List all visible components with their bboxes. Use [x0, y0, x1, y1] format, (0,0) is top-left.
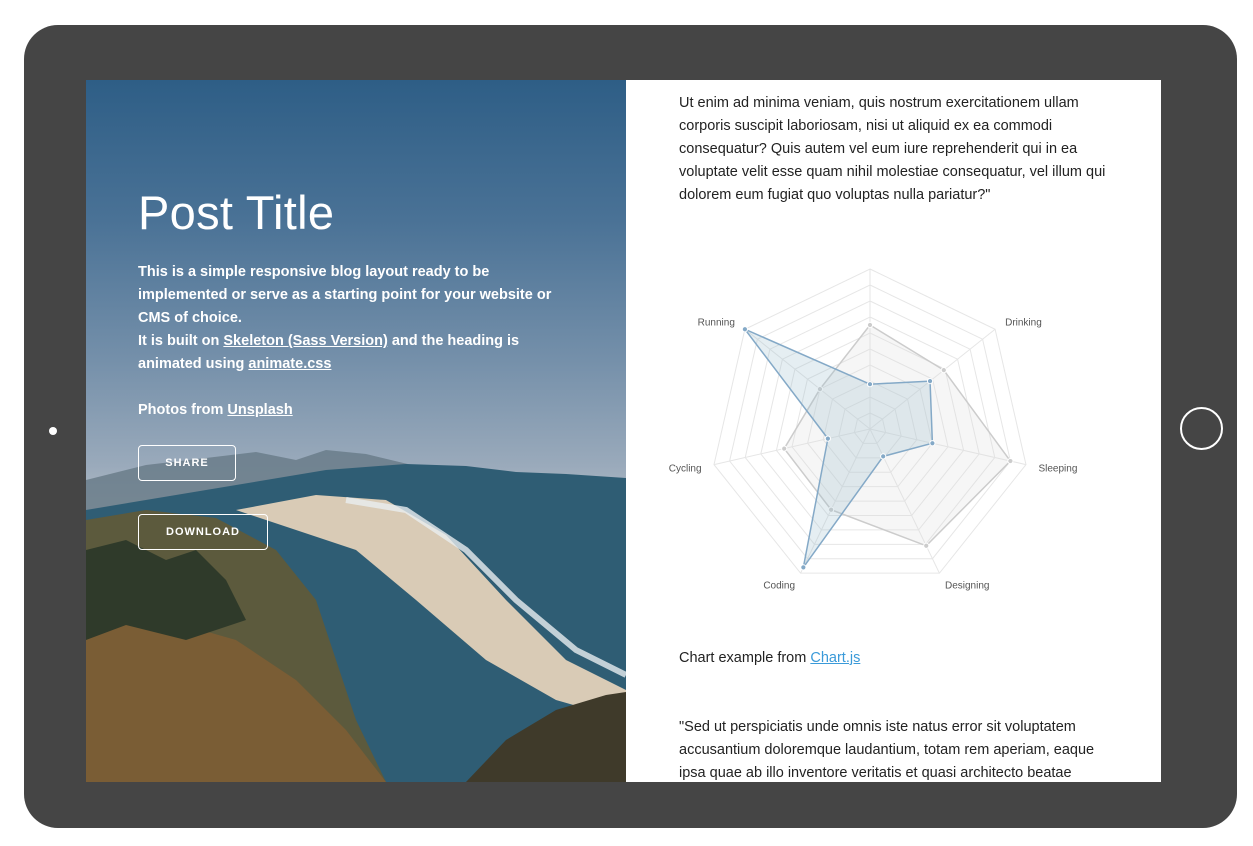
built-prefix: It is built on — [138, 333, 224, 349]
share-button[interactable]: SHARE — [138, 445, 236, 481]
hero-photos-credit: Photos from Unsplash — [138, 399, 578, 422]
camera-dot — [49, 427, 57, 435]
hero-built-on: It is built on Skeleton (Sass Version) a… — [138, 330, 578, 376]
skeleton-link[interactable]: Skeleton (Sass Version) — [223, 333, 387, 349]
radar-axis-label: Drinking — [1005, 317, 1042, 328]
radar-axis-label: Cycling — [669, 463, 702, 474]
radar-axis-label: Running — [698, 317, 735, 328]
caption-prefix: Chart example from — [679, 650, 811, 666]
radar-axis-label: Sleeping — [1038, 463, 1077, 474]
screen: Post Title This is a simple responsive b… — [86, 80, 1161, 782]
radar-series-2-point — [929, 440, 936, 447]
hero-panel: Post Title This is a simple responsive b… — [86, 80, 626, 782]
radar-axis-label: Coding — [763, 581, 795, 592]
radar-chart: EatingDrinkingSleepingDesigningCodingCyc… — [669, 268, 1077, 592]
radar-series-2-point — [741, 326, 749, 333]
photos-prefix: Photos from — [138, 402, 228, 418]
radar-series-1-point — [781, 445, 788, 452]
radar-axis-label: Designing — [945, 581, 989, 592]
article-paragraph-2: "Sed ut perspiciatis unde omnis iste nat… — [679, 719, 1095, 781]
radar-series-1-point — [1007, 457, 1014, 465]
hero-intro: This is a simple responsive blog layout … — [138, 264, 552, 326]
download-button[interactable]: DOWNLOAD — [138, 514, 268, 550]
radar-series-2-point — [880, 453, 887, 460]
radar-series-2-point — [926, 378, 934, 385]
radar-series-1-point — [866, 321, 874, 329]
article-paragraph-1: Ut enim ad minima veniam, quis nostrum e… — [679, 95, 1106, 203]
radar-series-2-point — [800, 564, 807, 571]
unsplash-link[interactable]: Unsplash — [227, 402, 292, 418]
post-title: Post Title — [138, 186, 335, 239]
radar-series-2-point — [824, 435, 831, 442]
chartjs-link[interactable]: Chart.js — [810, 650, 860, 666]
radar-series-2-point — [866, 381, 874, 388]
chart-caption: Chart example from Chart.js — [679, 647, 860, 670]
radar-series-1-point — [923, 542, 930, 549]
home-button[interactable] — [1180, 407, 1223, 450]
animate-css-link[interactable]: animate.css — [248, 356, 331, 372]
radar-series-1-point — [940, 367, 947, 374]
